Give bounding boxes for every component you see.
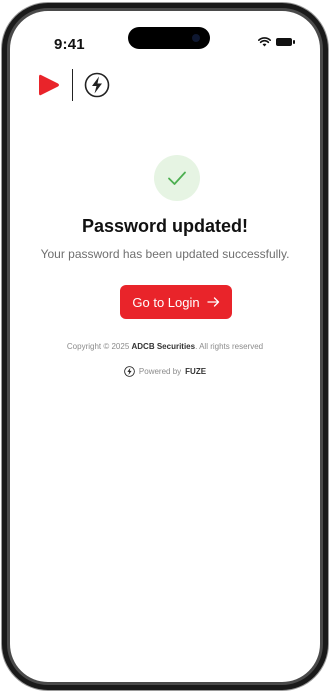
checkmark-icon [168, 171, 186, 185]
brand-logos [38, 69, 110, 101]
copyright-suffix: . All rights reserved [195, 342, 264, 351]
dynamic-island [128, 27, 210, 49]
battery-icon [276, 38, 295, 46]
wifi-icon [258, 37, 271, 47]
powered-brand: FUZE [185, 367, 207, 376]
go-to-login-label: Go to Login [132, 294, 200, 310]
page-subtitle: Your password has been updated successfu… [40, 247, 290, 261]
powered-prefix: Powered by [138, 367, 182, 376]
powered-by: Powered by FUZE [10, 366, 320, 377]
logo-divider [72, 69, 73, 101]
app-screen: 9:41 Password updated! Your password has… [10, 11, 320, 682]
company-name: ADCB Securities [131, 342, 196, 351]
lightning-bolt-icon [124, 366, 135, 377]
go-to-login-button[interactable]: Go to Login [120, 285, 232, 319]
status-icons [258, 37, 295, 47]
arrow-right-icon [206, 297, 219, 307]
camera-icon [192, 34, 200, 42]
phone-frame: 9:41 Password updated! Your password has… [2, 3, 328, 690]
lightning-bolt-icon [84, 72, 110, 98]
copyright-prefix: Copyright © 2025 [66, 342, 130, 351]
success-icon-circle [154, 155, 200, 201]
page-title: Password updated! [81, 216, 249, 236]
status-time: 9:41 [54, 36, 85, 53]
copyright-text: Copyright © 2025 ADCB Securities. All ri… [10, 342, 320, 351]
play-logo-icon [39, 74, 59, 96]
